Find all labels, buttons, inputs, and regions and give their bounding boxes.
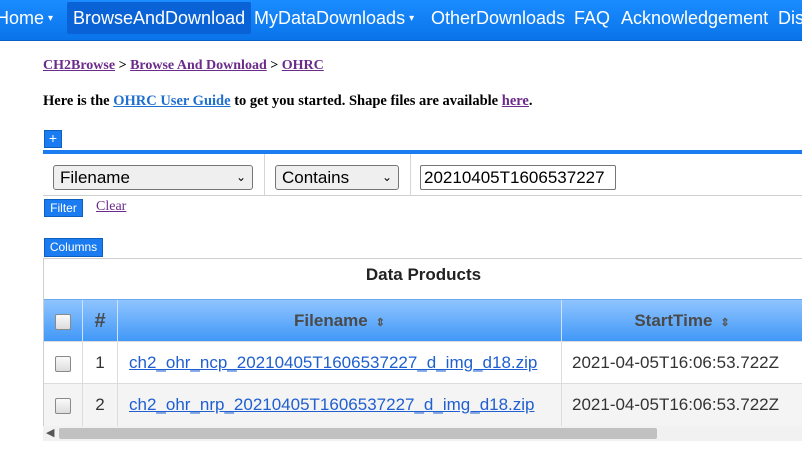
add-filter-button[interactable]: + (44, 130, 62, 148)
breadcrumb-separator: > (270, 58, 279, 73)
select-all-cell (44, 300, 83, 342)
sort-icon: ⇕ (375, 317, 385, 329)
nav-item-home[interactable]: Home ▾ (0, 0, 53, 36)
nav-item-browse-and-download[interactable]: BrowseAndDownload (67, 2, 252, 34)
chevron-down-icon: ▾ (48, 13, 54, 24)
nav-item-dis[interactable]: Dis (778, 0, 802, 36)
nav-item-mydata-label: MyDataDownloads (254, 8, 406, 28)
clear-filter-link[interactable]: Clear (96, 199, 126, 215)
nav-item-faq[interactable]: FAQ (574, 0, 610, 36)
filter-operator-value: Contains (282, 168, 350, 187)
nav-item-acknowledgement[interactable]: Acknowledgement (621, 0, 768, 36)
row-checkbox[interactable] (55, 397, 71, 414)
divider (264, 154, 265, 196)
nav-item-home-label: Home (0, 8, 45, 28)
table-row: 1 ch2_ohr_ncp_20210405T1606537227_d_img_… (44, 341, 802, 384)
nav-item-faq-label: FAQ (574, 8, 611, 28)
filename-column-header[interactable]: Filename ⇕ (118, 300, 562, 342)
scroll-left-arrow-icon[interactable]: ◀ (46, 426, 54, 441)
nav-item-other-label: OtherDownloads (431, 8, 566, 28)
breadcrumb: CH2Browse > Browse And Download > OHRC (43, 58, 324, 74)
breadcrumb-link-ohrc[interactable]: OHRC (282, 58, 324, 73)
breadcrumb-link-ch2browse[interactable]: CH2Browse (43, 58, 115, 73)
starttime-header-label: StartTime (634, 311, 713, 330)
intro-text: Here is the OHRC User Guide to get you s… (43, 93, 533, 110)
intro-text-before: Here is the (43, 93, 110, 109)
filter-field-value: Filename (60, 168, 130, 187)
breadcrumb-link-browse-and-download[interactable]: Browse And Download (130, 58, 267, 73)
shape-files-here-link[interactable]: here (502, 93, 529, 109)
nav-item-other-downloads[interactable]: OtherDownloads (431, 0, 565, 36)
top-navbar: Home ▾ BrowseAndDownload MyDataDownloads ▾… (0, 0, 802, 41)
scrollbar-thumb[interactable] (59, 428, 657, 439)
data-products-table: Data Products # Filename ⇕ StartTime ⇕ 1 c… (43, 258, 802, 428)
nav-item-dis-label: Dis (778, 8, 802, 28)
select-all-checkbox[interactable] (55, 313, 71, 330)
index-column-header: # (83, 300, 118, 342)
filter-field-select[interactable]: Filename ⌄ (53, 165, 253, 190)
nav-item-ack-label: Acknowledgement (621, 8, 769, 28)
table-header: # Filename ⇕ StartTime ⇕ (44, 299, 802, 342)
filter-row: Filename ⌄ Contains ⌄ (43, 150, 802, 196)
starttime-column-header[interactable]: StartTime ⇕ (562, 300, 802, 342)
intro-text-middle: to get you started. Shape files are avai… (234, 93, 499, 109)
sort-icon: ⇕ (720, 317, 730, 329)
row-index: 2 (83, 384, 118, 426)
filename-download-link[interactable]: ch2_ohr_ncp_20210405T1606537227_d_img_d1… (129, 353, 537, 372)
intro-text-end: . (528, 93, 533, 109)
row-starttime: 2021-04-05T16:06:53.722Z (562, 342, 802, 384)
filter-button[interactable]: Filter (44, 199, 83, 217)
nav-item-my-data-downloads[interactable]: MyDataDownloads ▾ (254, 0, 414, 36)
chevron-down-icon: ⌄ (235, 170, 246, 184)
table-caption: Data Products (44, 259, 802, 299)
horizontal-scrollbar[interactable]: ◀ (43, 426, 802, 441)
filename-download-link[interactable]: ch2_ohr_nrp_20210405T1606537227_d_img_d1… (129, 395, 535, 414)
filter-value-input[interactable] (420, 165, 616, 190)
row-filename-cell: ch2_ohr_ncp_20210405T1606537227_d_img_d1… (118, 342, 562, 384)
table-row: 2 ch2_ohr_nrp_20210405T1606537227_d_img_… (44, 383, 802, 426)
row-checkbox-cell (44, 384, 83, 426)
row-index: 1 (83, 342, 118, 384)
user-guide-link[interactable]: OHRC User Guide (113, 93, 230, 109)
chevron-down-icon: ⌄ (381, 170, 392, 184)
columns-button[interactable]: Columns (44, 238, 103, 257)
filter-operator-select[interactable]: Contains ⌄ (275, 165, 399, 190)
filename-header-label: Filename (294, 311, 368, 330)
chevron-down-icon: ▾ (409, 13, 415, 24)
row-starttime: 2021-04-05T16:06:53.722Z (562, 384, 802, 426)
breadcrumb-separator: > (118, 58, 127, 73)
row-filename-cell: ch2_ohr_nrp_20210405T1606537227_d_img_d1… (118, 384, 562, 426)
row-checkbox-cell (44, 342, 83, 384)
divider (410, 154, 411, 196)
row-checkbox[interactable] (55, 355, 71, 372)
nav-item-browse-label: BrowseAndDownload (73, 8, 246, 28)
